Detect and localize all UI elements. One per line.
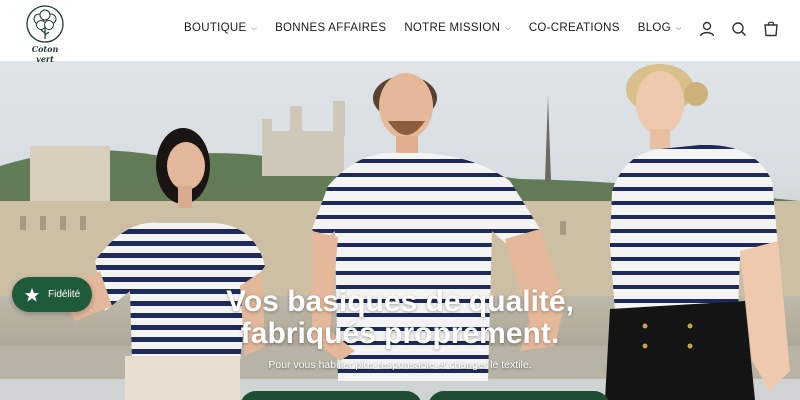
brand-logo[interactable]: Coton vert [22, 4, 68, 64]
site-header: Coton vert BOUTIQUE ⌵ BONNES AFFAIRES NO… [0, 0, 800, 64]
hero-cta-button-1[interactable] [240, 391, 422, 400]
cotton-flower-icon [26, 5, 64, 43]
star-icon [24, 287, 40, 301]
hero-cta-button-2[interactable] [428, 391, 610, 400]
nav-item-label: BLOG [637, 22, 671, 34]
nav-item-label: NOTRE MISSION [404, 22, 501, 34]
hero-title: Vos basiques de qualité, fabriqués propr… [0, 286, 800, 350]
loyalty-label: Fidélité [48, 289, 81, 300]
main-nav: BOUTIQUE ⌵ BONNES AFFAIRES NOTRE MISSION… [184, 22, 682, 34]
chevron-down-icon: ⌵ [675, 25, 682, 32]
cart-icon[interactable] [762, 20, 780, 38]
search-icon[interactable] [730, 20, 748, 38]
hero-banner: Vos basiques de qualité, fabriqués propr… [0, 61, 800, 400]
hero-title-line-1: Vos basiques de qualité, [226, 285, 574, 318]
nav-item-label: CO-CREATIONS [528, 22, 620, 34]
nav-item-blog[interactable]: BLOG ⌵ [638, 22, 682, 34]
nav-item-boutique[interactable]: BOUTIQUE ⌵ [184, 22, 257, 34]
header-actions [698, 20, 780, 38]
nav-item-label: BOUTIQUE [184, 22, 247, 34]
user-icon[interactable] [698, 20, 716, 38]
hero-cta-row [240, 391, 610, 400]
nav-item-notre-mission[interactable]: NOTRE MISSION ⌵ [404, 22, 511, 34]
hero-subtitle: Pour vous habiller plus responsable et c… [268, 359, 532, 371]
brand-name: Coton vert [31, 44, 59, 64]
nav-item-bonnes-affaires[interactable]: BONNES AFFAIRES [275, 22, 386, 34]
chevron-down-icon: ⌵ [251, 25, 258, 32]
nav-item-label: BONNES AFFAIRES [275, 22, 387, 34]
loyalty-button[interactable]: Fidélité [12, 277, 92, 312]
nav-item-co-creations[interactable]: CO-CREATIONS [529, 22, 620, 34]
hero-title-line-2: fabriqués proprement. [240, 317, 560, 350]
chevron-down-icon: ⌵ [505, 25, 511, 32]
